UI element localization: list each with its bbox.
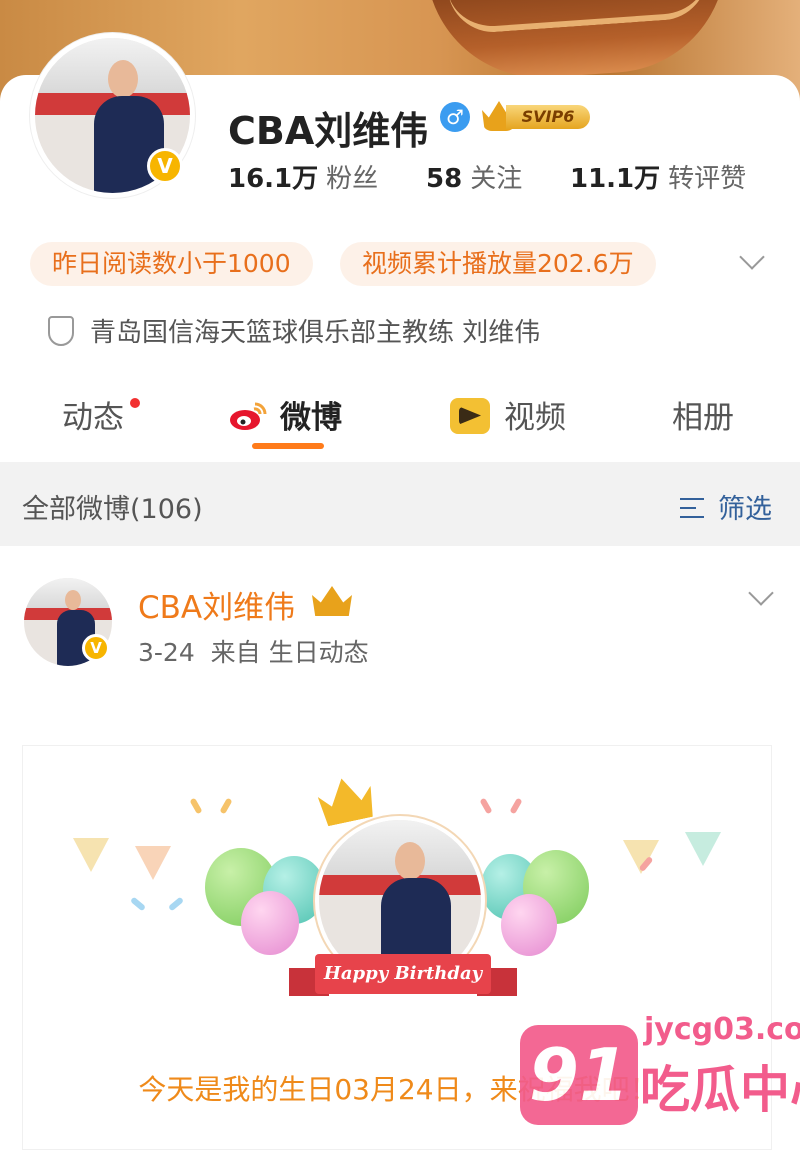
- shield-icon: [48, 315, 74, 346]
- post-meta: 3-24 来自 生日动态: [138, 638, 369, 667]
- stat-following[interactable]: 58 关注: [426, 158, 522, 195]
- verified-badge-icon: V: [147, 148, 183, 184]
- profile-tabs: 动态 微博 视频 相册: [0, 380, 800, 460]
- profile-avatar[interactable]: V: [30, 33, 195, 198]
- post-author-name[interactable]: CBA刘维伟: [138, 582, 295, 627]
- post-menu-chevron-icon[interactable]: [748, 580, 774, 606]
- certification-info: 青岛国信海天篮球俱乐部主教练 刘维伟: [48, 312, 540, 349]
- watermark-name: 吃瓜中心: [640, 1061, 800, 1119]
- tab-video[interactable]: 视频: [450, 392, 566, 438]
- banner-boat-image: [426, 0, 734, 86]
- pill-video-plays[interactable]: 视频累计播放量202.6万: [340, 242, 656, 286]
- active-tab-indicator: [252, 443, 324, 449]
- notification-dot: [130, 398, 140, 408]
- male-icon: ♂: [440, 102, 470, 132]
- stat-reposts-comments-likes[interactable]: 11.1万 转评赞: [570, 158, 746, 195]
- tab-dynamic[interactable]: 动态: [62, 392, 140, 437]
- tab-weibo[interactable]: 微博: [228, 392, 342, 437]
- happy-birthday-ribbon: Happy Birthday: [315, 954, 491, 994]
- tab-album[interactable]: 相册: [672, 392, 734, 437]
- post-verified-badge-icon: V: [82, 634, 110, 662]
- profile-name: CBA刘维伟: [228, 109, 429, 153]
- filter-bar: 全部微博(106) 筛选: [0, 462, 800, 546]
- svip-badge[interactable]: SVIP6: [482, 101, 590, 131]
- vip-crown-icon: [312, 586, 352, 616]
- pill-daily-reads[interactable]: 昨日阅读数小于1000: [30, 242, 313, 286]
- filter-button[interactable]: 筛选: [680, 487, 772, 526]
- watermark-logo: 91: [520, 1025, 638, 1125]
- all-weibo-count: 全部微博(106): [22, 494, 203, 525]
- video-icon: [450, 397, 490, 434]
- filter-icon: [680, 496, 710, 520]
- watermark-url: jycg03.com: [644, 1012, 800, 1047]
- birthday-crown-icon: [315, 773, 377, 827]
- weibo-icon: [230, 402, 267, 430]
- stat-followers[interactable]: 16.1万 粉丝: [228, 158, 378, 195]
